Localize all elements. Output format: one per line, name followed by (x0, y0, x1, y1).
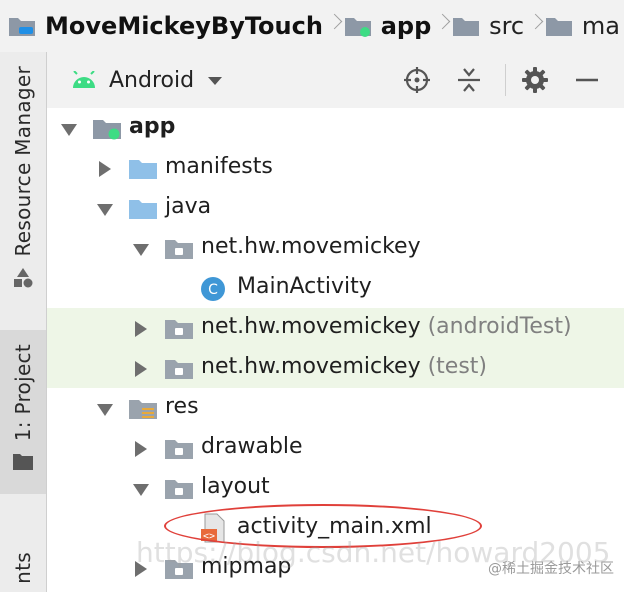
collapsed-arrow-icon[interactable] (133, 441, 147, 457)
expanded-arrow-icon[interactable] (97, 201, 113, 216)
view-mode-label: Android (109, 67, 195, 93)
settings-button[interactable] (519, 64, 551, 96)
tool-window-stripe: Resource Manager 1: Project nts (0, 52, 47, 592)
breadcrumb-separator (437, 6, 439, 46)
toolbar-divider (505, 64, 506, 96)
expanded-arrow-icon[interactable] (133, 481, 149, 496)
tab-project[interactable]: 1: Project (0, 330, 46, 494)
tree-node-label: res (165, 394, 199, 419)
tree-row[interactable]: net.hw.movemickey (test) (47, 348, 624, 388)
breadcrumb-item-main[interactable]: ma (538, 12, 620, 40)
collapse-all-button[interactable] (453, 64, 485, 96)
node-name: java (165, 194, 212, 219)
node-name: manifests (165, 154, 273, 179)
collapsed-arrow-icon[interactable] (97, 161, 111, 177)
watermark-brand: @稀土掘金技术社区 (488, 561, 614, 577)
package-icon (163, 315, 195, 345)
collapse-all-icon (458, 68, 480, 92)
tree-row[interactable]: layout (47, 468, 624, 508)
tree-node-label: net.hw.movemickey (test) (201, 354, 487, 379)
breadcrumb-item-src[interactable]: src (445, 12, 524, 40)
breadcrumb-label: app (380, 12, 432, 40)
resource-manager-icon (14, 267, 33, 288)
node-name: net.hw.movemickey (201, 234, 421, 259)
expanded-arrow-icon[interactable] (133, 241, 149, 256)
tree-row[interactable]: manifests (47, 148, 624, 188)
tree-row[interactable]: drawable (47, 428, 624, 468)
chevron-down-icon (208, 77, 223, 85)
crosshair-icon (404, 67, 430, 93)
node-name: net.hw.movemickey (201, 314, 421, 339)
tree-node-label: app (129, 114, 175, 139)
tree-row[interactable]: C MainActivity (47, 268, 624, 308)
node-name: res (165, 394, 199, 419)
folder-icon (127, 155, 159, 185)
project-folder-icon (9, 18, 36, 36)
tab-resource-manager[interactable]: Resource Manager (0, 66, 46, 316)
folder-icon (453, 18, 480, 36)
node-name: drawable (201, 434, 303, 459)
folder-icon (545, 18, 572, 36)
tree-node-label: manifests (165, 154, 273, 179)
tree-node-label: layout (201, 474, 270, 499)
breadcrumb-label: src (489, 12, 525, 40)
node-name: MainActivity (237, 274, 372, 299)
tab-label: nts (11, 552, 35, 584)
node-name: app (129, 114, 176, 139)
node-name: layout (201, 474, 270, 499)
tab-label: Resource Manager (11, 66, 35, 257)
module-folder-icon (344, 18, 371, 37)
breadcrumb-item-app[interactable]: app (337, 12, 432, 40)
tree-node-label: drawable (201, 434, 303, 459)
tree-node-label: net.hw.movemickey (201, 234, 421, 259)
tree-row[interactable]: net.hw.movemickey (androidTest) (47, 308, 624, 348)
gear-icon (522, 67, 548, 93)
view-mode-dropdown[interactable]: Android (71, 67, 223, 93)
tree-row[interactable]: java (47, 188, 624, 228)
svg-text:C: C (208, 282, 218, 298)
project-icon (13, 454, 33, 471)
package-icon (163, 355, 195, 385)
package-icon (163, 235, 195, 265)
source-set-suffix: (androidTest) (420, 314, 572, 339)
tree-row[interactable]: res (47, 388, 624, 428)
module-icon (91, 115, 123, 145)
breadcrumb-label: MoveMickeyByTouch (45, 12, 323, 40)
res-folder-icon (127, 395, 159, 425)
breadcrumb: MoveMickeyByTouch app src ma (0, 0, 624, 53)
class-icon: C (199, 275, 227, 307)
folder-icon (127, 195, 159, 225)
collapsed-arrow-icon[interactable] (133, 361, 147, 377)
breadcrumb-separator (329, 6, 331, 46)
source-set-suffix: (test) (420, 354, 488, 379)
breadcrumb-label: ma (581, 12, 620, 40)
node-name: net.hw.movemickey (201, 354, 421, 379)
breadcrumb-separator (530, 6, 532, 46)
tree-node-label: java (165, 194, 211, 219)
expanded-arrow-icon[interactable] (97, 401, 113, 416)
tree-node-label: MainActivity (237, 274, 372, 299)
tab-label: 1: Project (11, 344, 35, 442)
package-icon (163, 475, 195, 505)
package-icon (163, 435, 195, 465)
minimize-icon (576, 78, 598, 82)
expanded-arrow-icon[interactable] (61, 121, 77, 136)
android-icon (73, 71, 95, 88)
tree-node-label: net.hw.movemickey (androidTest) (201, 314, 572, 339)
project-toolbar: Android (47, 52, 624, 109)
locate-button[interactable] (401, 64, 433, 96)
hide-button[interactable] (571, 64, 603, 96)
collapsed-arrow-icon[interactable] (133, 321, 147, 337)
breadcrumb-item-project[interactable]: MoveMickeyByTouch (1, 12, 323, 40)
tree-row[interactable]: net.hw.movemickey (47, 228, 624, 268)
tab-structure[interactable]: nts (0, 552, 46, 592)
tree-row[interactable]: app (47, 108, 624, 148)
